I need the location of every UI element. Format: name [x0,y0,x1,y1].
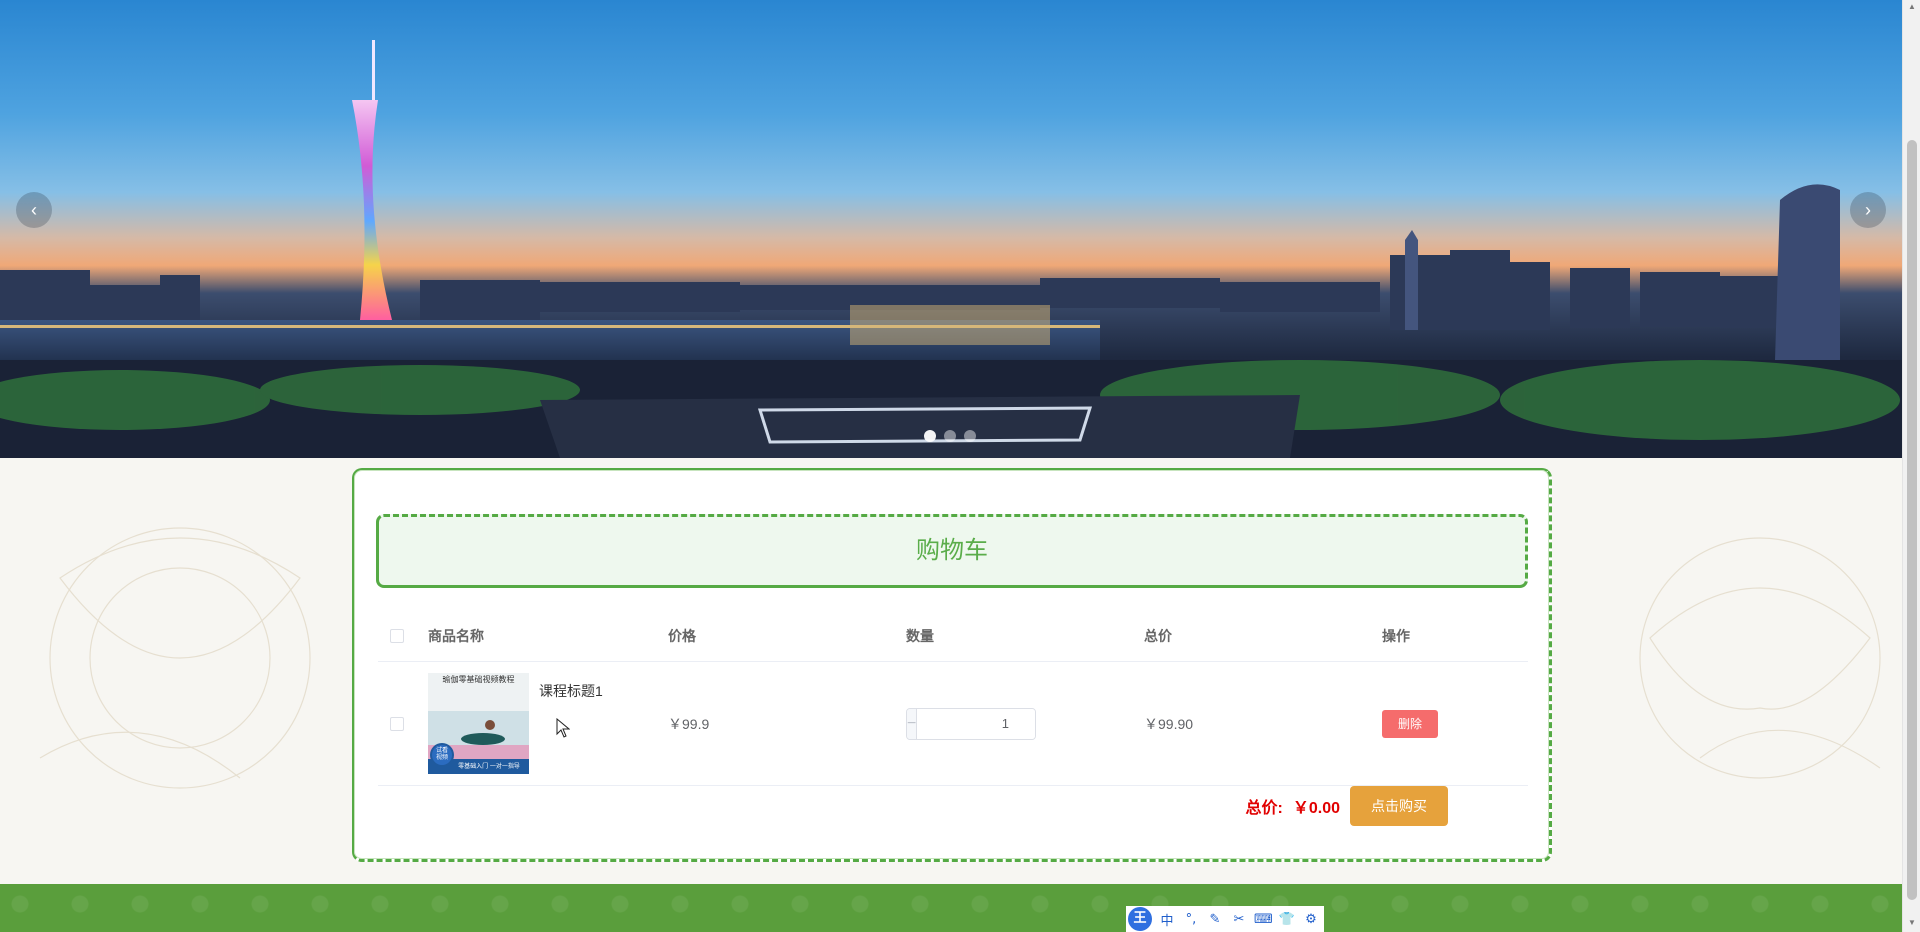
cart-summary: 总价: ￥0.00 点击购买 [378,786,1528,826]
ime-skin-icon[interactable]: 👕 [1278,912,1296,927]
carousel-prev-button[interactable]: ‹ [16,192,52,228]
header-total: 总价 [1144,627,1172,644]
cart-panel: 购物车 商品名称 价格 数量 总价 操作 瑜伽零基础视频教程 试看 视频 零基础… [352,468,1552,862]
cart-title: 购物车 [376,514,1528,588]
product-thumbnail[interactable]: 瑜伽零基础视频教程 试看 视频 零基础入门 一对一指导 [428,673,529,774]
scroll-down-icon[interactable]: ▼ [1907,918,1917,928]
carousel-dot-3[interactable] [964,430,976,442]
carousel-next-button[interactable]: › [1850,192,1886,228]
header-quantity: 数量 [906,627,934,644]
city-skyline-image [0,40,1902,458]
ime-settings-icon[interactable]: ⚙ [1302,912,1320,927]
thumb-caption: 瑜伽零基础视频教程 [442,675,515,684]
chevron-left-icon: ‹ [31,200,37,220]
quantity-input[interactable] [917,708,1035,739]
carousel-dot-2[interactable] [944,430,956,442]
header-price: 价格 [668,627,696,644]
vertical-scrollbar[interactable]: ▲ ▼ [1902,0,1920,932]
quantity-stepper: − + [906,707,1036,740]
product-title[interactable]: 课程标题1 [539,681,603,701]
ime-toolbar: 王 中 °, ✎ ✂ ⌨ 👕 ⚙ [1126,906,1324,932]
ime-punctuation-icon[interactable]: °, [1182,912,1200,927]
header-action: 操作 [1382,627,1410,644]
grand-total-label: 总价: [1245,800,1283,817]
cart-table: 商品名称 价格 数量 总价 操作 瑜伽零基础视频教程 试看 视频 零基础入门 一… [378,610,1528,786]
grand-total-value: ￥0.00 [1292,800,1340,817]
item-total: ￥99.90 [1144,715,1194,732]
thumb-subcaption: 零基础入门 一对一指导 [458,764,520,770]
minus-icon: − [907,714,917,732]
ime-handwriting-icon[interactable]: ✎ [1206,912,1224,927]
buy-button[interactable]: 点击购买 [1350,786,1448,826]
select-all-checkbox[interactable] [390,628,404,643]
scroll-up-icon[interactable]: ▲ [1907,2,1917,12]
scroll-thumb[interactable] [1907,140,1917,900]
product-cell: 瑜伽零基础视频教程 试看 视频 零基础入门 一对一指导 课程标题1 [428,673,668,774]
delete-button[interactable]: 删除 [1382,709,1438,738]
ime-scissors-icon[interactable]: ✂ [1230,912,1248,927]
chevron-right-icon: › [1865,200,1871,220]
page-footer [0,884,1902,932]
item-price: ￥99.9 [668,715,710,732]
ime-keyboard-icon[interactable]: ⌨ [1254,912,1273,927]
row-checkbox[interactable] [390,716,404,731]
ime-logo-icon[interactable]: 王 [1128,907,1152,931]
thumb-badge: 试看 视频 [435,748,448,761]
header-name: 商品名称 [428,627,484,644]
table-header: 商品名称 价格 数量 总价 操作 [378,610,1528,662]
mouse-cursor-icon [556,718,570,738]
ime-chinese-mode-icon[interactable]: 中 [1158,910,1176,929]
table-row: 瑜伽零基础视频教程 试看 视频 零基础入门 一对一指导 课程标题1 ￥99.9 … [378,662,1528,786]
carousel-indicators [924,430,976,442]
banner-carousel: ‹ › [0,0,1902,458]
decrease-button[interactable]: − [907,708,918,739]
carousel-dot-1[interactable] [924,430,936,442]
